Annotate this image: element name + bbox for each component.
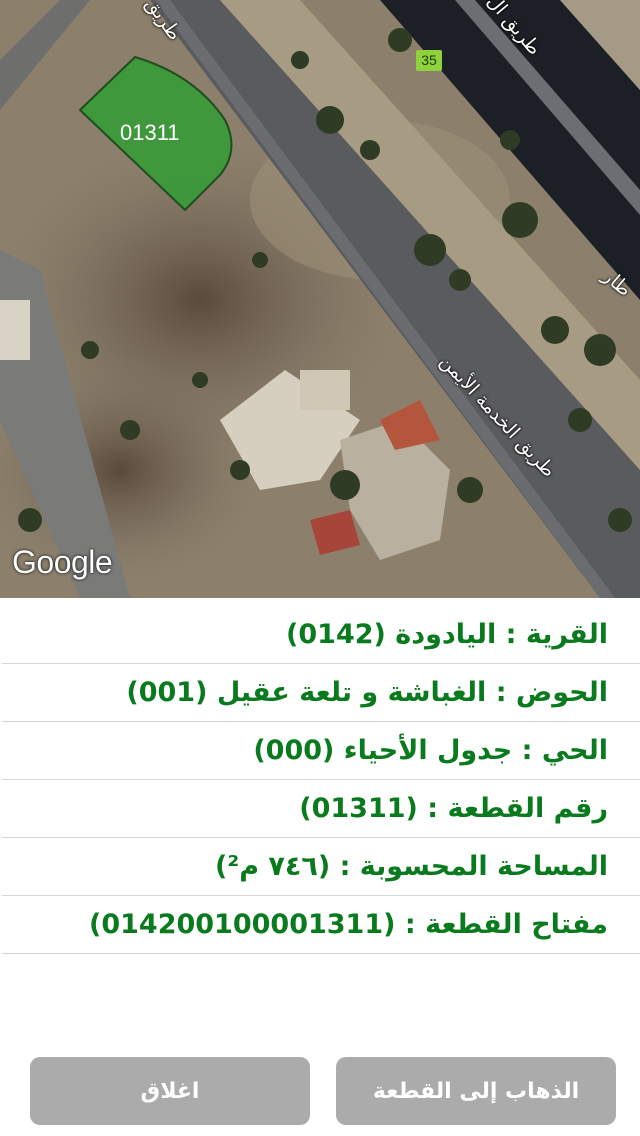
go-to-parcel-button[interactable]: الذهاب إلى القطعة: [336, 1057, 616, 1125]
area-text: المساحة المحسوبة : (٧٤٦ م²): [215, 851, 608, 882]
info-row-parcel-number: رقم القطعة : (01311): [2, 780, 640, 838]
close-button[interactable]: اغلاق: [30, 1057, 310, 1125]
info-row-village: القرية : اليادودة (0142): [2, 606, 640, 664]
parcel-info-panel: القرية : اليادودة (0142) الحوض : الغباشة…: [0, 606, 640, 954]
route-number-badge: 35: [416, 50, 442, 71]
basin-text: الحوض : الغباشة و تلعة عقيل (001): [126, 677, 608, 708]
parcel-number-label: 01311: [120, 120, 180, 145]
info-row-basin: الحوض : الغباشة و تلعة عقيل (001): [2, 664, 640, 722]
info-row-parcel-key: مفتاح القطعة : (014200100001311): [2, 896, 640, 954]
village-text: القرية : اليادودة (0142): [286, 619, 608, 650]
district-text: الحي : جدول الأحياء (000): [253, 735, 608, 766]
satellite-imagery: [0, 0, 640, 598]
satellite-map[interactable]: 01311 35 طريق طريق ال طار طريق الخدمة ال…: [0, 0, 640, 598]
info-row-area: المساحة المحسوبة : (٧٤٦ م²): [2, 838, 640, 896]
parcel-number-text: رقم القطعة : (01311): [299, 793, 608, 824]
info-row-district: الحي : جدول الأحياء (000): [2, 722, 640, 780]
google-attribution-logo: Google: [12, 544, 113, 580]
parcel-key-text: مفتاح القطعة : (014200100001311): [88, 909, 608, 940]
